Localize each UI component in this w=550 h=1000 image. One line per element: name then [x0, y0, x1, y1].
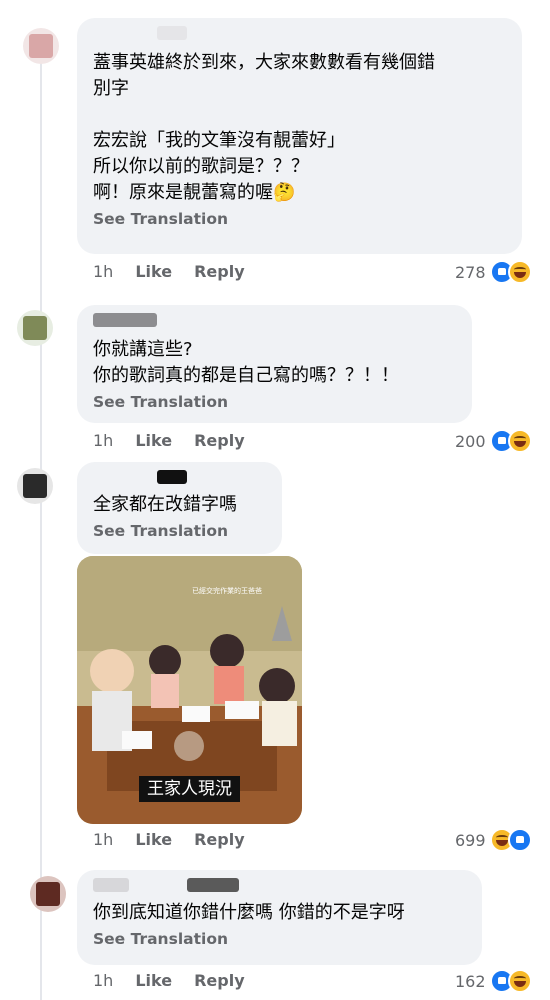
- author-name-blurred[interactable]: [157, 470, 187, 484]
- avatar[interactable]: [17, 468, 53, 504]
- avatar[interactable]: [17, 310, 53, 346]
- see-translation-link[interactable]: See Translation: [93, 522, 266, 540]
- reaction-count: 699: [455, 830, 486, 850]
- comment-actions: 1h Like Reply: [93, 431, 267, 450]
- reaction-summary[interactable]: 699: [455, 828, 532, 852]
- timestamp[interactable]: 1h: [93, 431, 113, 450]
- comment-actions: 1h Like Reply: [93, 830, 267, 849]
- reaction-summary[interactable]: 278: [455, 260, 532, 284]
- reaction-summary[interactable]: 162: [455, 969, 532, 993]
- comment-actions: 1h Like Reply: [93, 262, 267, 281]
- see-translation-link[interactable]: See Translation: [93, 930, 466, 948]
- like-button[interactable]: Like: [135, 830, 172, 849]
- comment-text: 全家都在改錯字嗎: [93, 494, 237, 515]
- avatar[interactable]: [23, 28, 59, 64]
- haha-icon: [507, 429, 532, 453]
- reply-button[interactable]: Reply: [194, 262, 245, 281]
- comment-bubble: 你就講這些? 你的歌詞真的都是自己寫的嗎？？！！ See Translation: [77, 305, 472, 423]
- like-button[interactable]: Like: [135, 431, 172, 450]
- see-translation-link[interactable]: See Translation: [93, 393, 456, 411]
- image-text-label: 已經交完作業的王爸爸: [192, 587, 262, 595]
- timestamp[interactable]: 1h: [93, 262, 113, 281]
- see-translation-link[interactable]: See Translation: [93, 210, 506, 228]
- reaction-count: 200: [455, 431, 486, 451]
- reaction-summary[interactable]: 200: [455, 429, 532, 453]
- image-caption: 王家人現況: [139, 776, 240, 802]
- timestamp[interactable]: 1h: [93, 971, 113, 990]
- reaction-count: 278: [455, 262, 486, 282]
- reply-button[interactable]: Reply: [194, 830, 245, 849]
- comment-actions: 1h Like Reply: [93, 971, 267, 990]
- like-icon: [507, 828, 532, 852]
- reply-button[interactable]: Reply: [194, 971, 245, 990]
- author-name-blurred[interactable]: [93, 878, 129, 892]
- avatar[interactable]: [30, 876, 66, 912]
- timestamp[interactable]: 1h: [93, 830, 113, 849]
- haha-icon: [507, 260, 532, 284]
- comment-text: 你就講這些? 你的歌詞真的都是自己寫的嗎？？！！: [93, 339, 399, 386]
- author-name-blurred-2: [187, 878, 239, 892]
- like-button[interactable]: Like: [135, 971, 172, 990]
- reaction-count: 162: [455, 971, 486, 991]
- comment-text: 蓋事英雄終於到來，大家來數數看有幾個錯 別字 宏宏說「我的文筆沒有靚蕾好」 所以…: [93, 52, 435, 203]
- thread-line: [40, 60, 42, 1000]
- comment-bubble: 全家都在改錯字嗎 See Translation: [77, 462, 282, 554]
- comment-bubble: 你到底知道你錯什麼嗎 你錯的不是字呀 See Translation: [77, 870, 482, 965]
- author-name-blurred[interactable]: [157, 26, 187, 40]
- haha-icon: [507, 969, 532, 993]
- author-name-blurred[interactable]: [93, 313, 157, 327]
- like-button[interactable]: Like: [135, 262, 172, 281]
- attached-image[interactable]: 已經交完作業的王爸爸 王家人現況: [77, 556, 302, 824]
- reply-button[interactable]: Reply: [194, 431, 245, 450]
- comment-bubble: 蓋事英雄終於到來，大家來數數看有幾個錯 別字 宏宏說「我的文筆沒有靚蕾好」 所以…: [77, 18, 522, 254]
- comment-text: 你到底知道你錯什麼嗎 你錯的不是字呀: [93, 902, 405, 923]
